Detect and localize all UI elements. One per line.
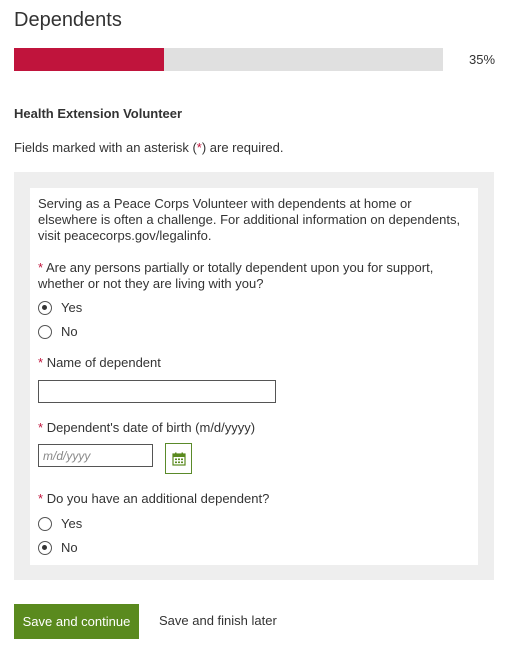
dependent-dob-label-text: Dependent's date of birth (m/d/yyyy) (46, 420, 256, 435)
save-and-finish-later-link[interactable]: Save and finish later (159, 613, 277, 629)
radio-label: No (61, 540, 78, 555)
dependent-name-input[interactable] (38, 380, 276, 403)
dependent-name-label-text: Name of dependent (46, 355, 161, 370)
dependent-dob-label: * Dependent's date of birth (m/d/yyyy) (38, 420, 468, 436)
form-panel: Serving as a Peace Corps Volunteer with … (14, 172, 494, 580)
radio-additional-yes[interactable]: Yes (38, 515, 82, 533)
page-title: Dependents (14, 9, 122, 31)
save-and-continue-button[interactable]: Save and continue (14, 604, 139, 639)
question-dependents-text: Are any persons partially or totally dep… (38, 260, 434, 291)
calendar-button[interactable] (165, 443, 192, 474)
radio-button-checked[interactable] (38, 541, 52, 555)
question-additional-label: * Do you have an additional dependent? (38, 491, 468, 507)
required-note-suffix: ) are required. (201, 140, 284, 155)
required-asterisk: * (38, 491, 44, 506)
question-additional-text: Do you have an additional dependent? (46, 491, 270, 506)
required-fields-note: Fields marked with an asterisk (*) are r… (14, 140, 284, 156)
required-note-prefix: Fields marked with an asterisk ( (14, 140, 197, 155)
section-title: Health Extension Volunteer (14, 106, 183, 121)
radio-label: No (61, 324, 78, 339)
required-asterisk: * (38, 260, 44, 275)
dependent-dob-input[interactable] (38, 444, 153, 467)
dependent-name-label: * Name of dependent (38, 355, 468, 371)
radio-label: Yes (61, 300, 83, 315)
progress-bar-fill (14, 48, 165, 71)
radio-button[interactable] (38, 517, 52, 531)
question-dependents-label: * Are any persons partially or totally d… (38, 260, 468, 292)
progress-percent: 35% (469, 52, 496, 67)
required-asterisk: * (38, 355, 44, 370)
calendar-icon (171, 452, 186, 466)
radio-button[interactable] (38, 325, 52, 339)
required-asterisk: * (38, 420, 44, 435)
radio-label: Yes (61, 516, 83, 531)
intro-text: Serving as a Peace Corps Volunteer with … (38, 196, 461, 243)
radio-dependents-no[interactable]: No (38, 323, 78, 341)
radio-additional-no[interactable]: No (38, 539, 78, 557)
form-panel-inner: Serving as a Peace Corps Volunteer with … (30, 188, 478, 565)
radio-dependents-yes[interactable]: Yes (38, 299, 82, 317)
radio-button-checked[interactable] (38, 301, 52, 315)
progress-bar (14, 48, 443, 71)
